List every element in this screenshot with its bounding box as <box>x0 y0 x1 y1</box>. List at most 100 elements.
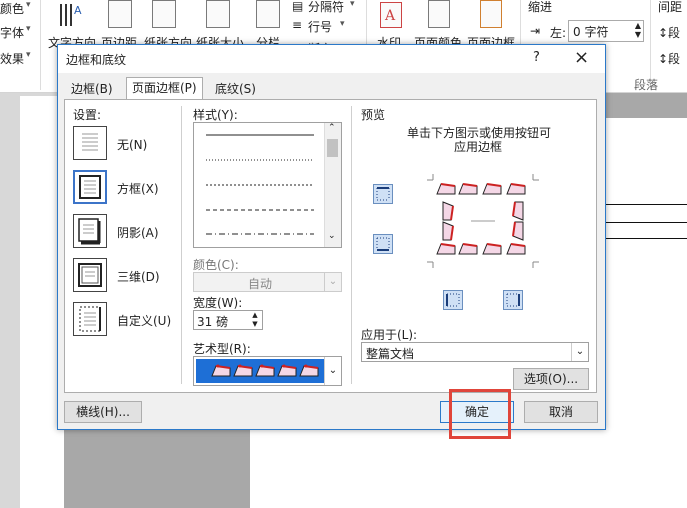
setting-none-button[interactable] <box>73 126 107 160</box>
close-button[interactable]: × <box>574 47 589 68</box>
page-border-panel: 设置: 无(N) 方框(X) 阴影(A) 三维(D) 自定义(U) 样式(Y): <box>64 99 597 393</box>
setting-box-label[interactable]: 方框(X) <box>117 180 159 197</box>
tab-borders[interactable]: 边框(B) <box>66 79 118 99</box>
options-button[interactable]: 选项(O)... <box>513 368 589 390</box>
line-numbers-button[interactable]: 行号 <box>308 18 332 35</box>
indent-left-icon: ⇥ <box>530 24 541 38</box>
page-borders-icon[interactable] <box>480 0 502 28</box>
setting-custom-label[interactable]: 自定义(U) <box>117 312 171 329</box>
scrollbar-thumb[interactable] <box>327 139 338 157</box>
settings-label: 设置: <box>73 108 102 122</box>
indent-label: 缩进 <box>528 0 553 14</box>
paragraph-group-label: 段落 <box>634 78 659 92</box>
style-list-scrollbar[interactable]: ⌃ ⌄ <box>324 123 341 247</box>
spacing-before-icon: ↕段 <box>658 26 681 40</box>
setting-shadow-button[interactable] <box>73 214 107 248</box>
chevron-down-icon: ⌄ <box>571 343 588 361</box>
dialog-title: 边框和底纹 <box>66 53 127 67</box>
setting-custom-button[interactable] <box>73 302 107 336</box>
width-label: 宽度(W): <box>193 296 243 310</box>
style-list[interactable]: ⌃ ⌄ <box>193 122 342 248</box>
setting-none-icon <box>82 133 98 151</box>
color-value: 自动 <box>248 277 273 291</box>
watermark-url: jingyan.baidu.com <box>572 476 674 489</box>
preview-label: 预览 <box>361 108 386 122</box>
left-border-icon <box>446 293 460 307</box>
color-label: 颜色(C): <box>193 258 239 272</box>
width-value: 31 磅 <box>197 315 229 329</box>
chevron-down-icon[interactable]: ⌄ <box>328 231 336 241</box>
indent-left-label: 左: <box>550 26 567 40</box>
art-select[interactable]: ⌄ <box>193 356 342 386</box>
chevron-down-icon: ▾ <box>26 24 31 34</box>
svg-text:A: A <box>384 8 396 24</box>
horizontal-line-button[interactable]: 横线(H)... <box>64 401 142 423</box>
preview-hint-line2: 应用边框 <box>454 140 503 154</box>
art-selected-highlight <box>196 359 324 383</box>
style-line-samples <box>206 134 314 235</box>
setting-shadow-icon <box>78 218 101 245</box>
indent-left-input[interactable]: 0 字符 ▲ ▼ <box>568 20 644 42</box>
setting-3d-button[interactable] <box>73 258 107 292</box>
indent-left-value: 0 字符 <box>573 25 609 39</box>
column-divider <box>181 106 182 384</box>
width-input[interactable]: 31 磅 ▲ ▼ <box>193 310 263 330</box>
setting-box-button[interactable] <box>73 170 107 204</box>
spinner-icon[interactable]: ▲ ▼ <box>249 311 261 329</box>
dialog-titlebar[interactable]: 边框和底纹 ? × <box>58 45 605 73</box>
ribbon-item-fonts[interactable]: 字体 <box>0 24 24 41</box>
setting-shadow-label[interactable]: 阴影(A) <box>117 224 159 241</box>
bottom-border-button[interactable] <box>373 234 393 254</box>
left-border-button[interactable] <box>443 290 463 310</box>
watermark-icon[interactable]: A <box>380 2 402 28</box>
tab-page-border[interactable]: 页面边框(P) <box>126 77 203 101</box>
help-button[interactable]: ? <box>533 50 540 65</box>
preview-cake-border <box>427 174 539 268</box>
text-direction-icon[interactable]: A <box>58 2 82 26</box>
art-label: 艺术型(R): <box>193 342 251 356</box>
columns-icon[interactable] <box>256 0 280 28</box>
ribbon-item-effects[interactable]: 效果 <box>0 50 24 67</box>
ribbon-separator <box>40 0 41 90</box>
chevron-down-icon: ⌄ <box>324 273 341 291</box>
bottom-border-icon <box>376 237 390 251</box>
chevron-up-icon[interactable]: ⌃ <box>328 123 336 133</box>
setting-3d-icon <box>78 263 102 287</box>
chevron-down-icon: ▾ <box>26 50 31 60</box>
right-border-button[interactable] <box>503 290 523 310</box>
color-select[interactable]: 自动 ⌄ <box>193 272 342 292</box>
right-border-icon <box>506 293 520 307</box>
ribbon-item-colors[interactable]: 颜色 <box>0 0 24 17</box>
chevron-down-icon: ⌄ <box>324 357 341 385</box>
table-line <box>604 222 687 223</box>
style-label: 样式(Y): <box>193 108 238 122</box>
margins-icon[interactable] <box>108 0 132 28</box>
column-divider <box>351 106 352 384</box>
preview-page[interactable] <box>427 174 539 268</box>
apply-to-value: 整篇文档 <box>366 347 415 361</box>
setting-box-icon <box>79 175 101 199</box>
apply-to-select[interactable]: 整篇文档 ⌄ <box>361 342 589 362</box>
breaks-icon: ▤ <box>292 0 304 13</box>
top-border-button[interactable] <box>373 184 393 204</box>
tab-shading[interactable]: 底纹(S) <box>210 79 261 99</box>
svg-text:A: A <box>74 4 82 17</box>
cancel-button[interactable]: 取消 <box>524 401 598 423</box>
spacing-label: 间距 <box>658 0 683 14</box>
setting-3d-label[interactable]: 三维(D) <box>117 268 160 285</box>
setting-custom-icon <box>79 306 101 332</box>
borders-shading-dialog: 边框和底纹 ? × 边框(B) 页面边框(P) 底纹(S) 设置: 无(N) 方… <box>57 44 606 430</box>
setting-none-label[interactable]: 无(N) <box>117 136 147 153</box>
line-numbers-icon: ≡ <box>292 18 303 32</box>
chevron-down-icon: ▾ <box>26 0 31 10</box>
page-color-icon[interactable] <box>428 0 450 28</box>
table-line <box>604 204 687 205</box>
apply-to-label: 应用于(L): <box>361 328 418 342</box>
spinner-icon[interactable]: ▲ ▼ <box>635 21 641 39</box>
ok-highlight-annotation <box>449 389 511 439</box>
chevron-down-icon: ▾ <box>350 0 355 9</box>
spacing-after-icon: ↕段 <box>658 52 681 66</box>
orientation-icon[interactable] <box>152 0 176 28</box>
size-icon[interactable] <box>206 0 230 28</box>
breaks-button[interactable]: 分隔符 <box>308 0 344 15</box>
